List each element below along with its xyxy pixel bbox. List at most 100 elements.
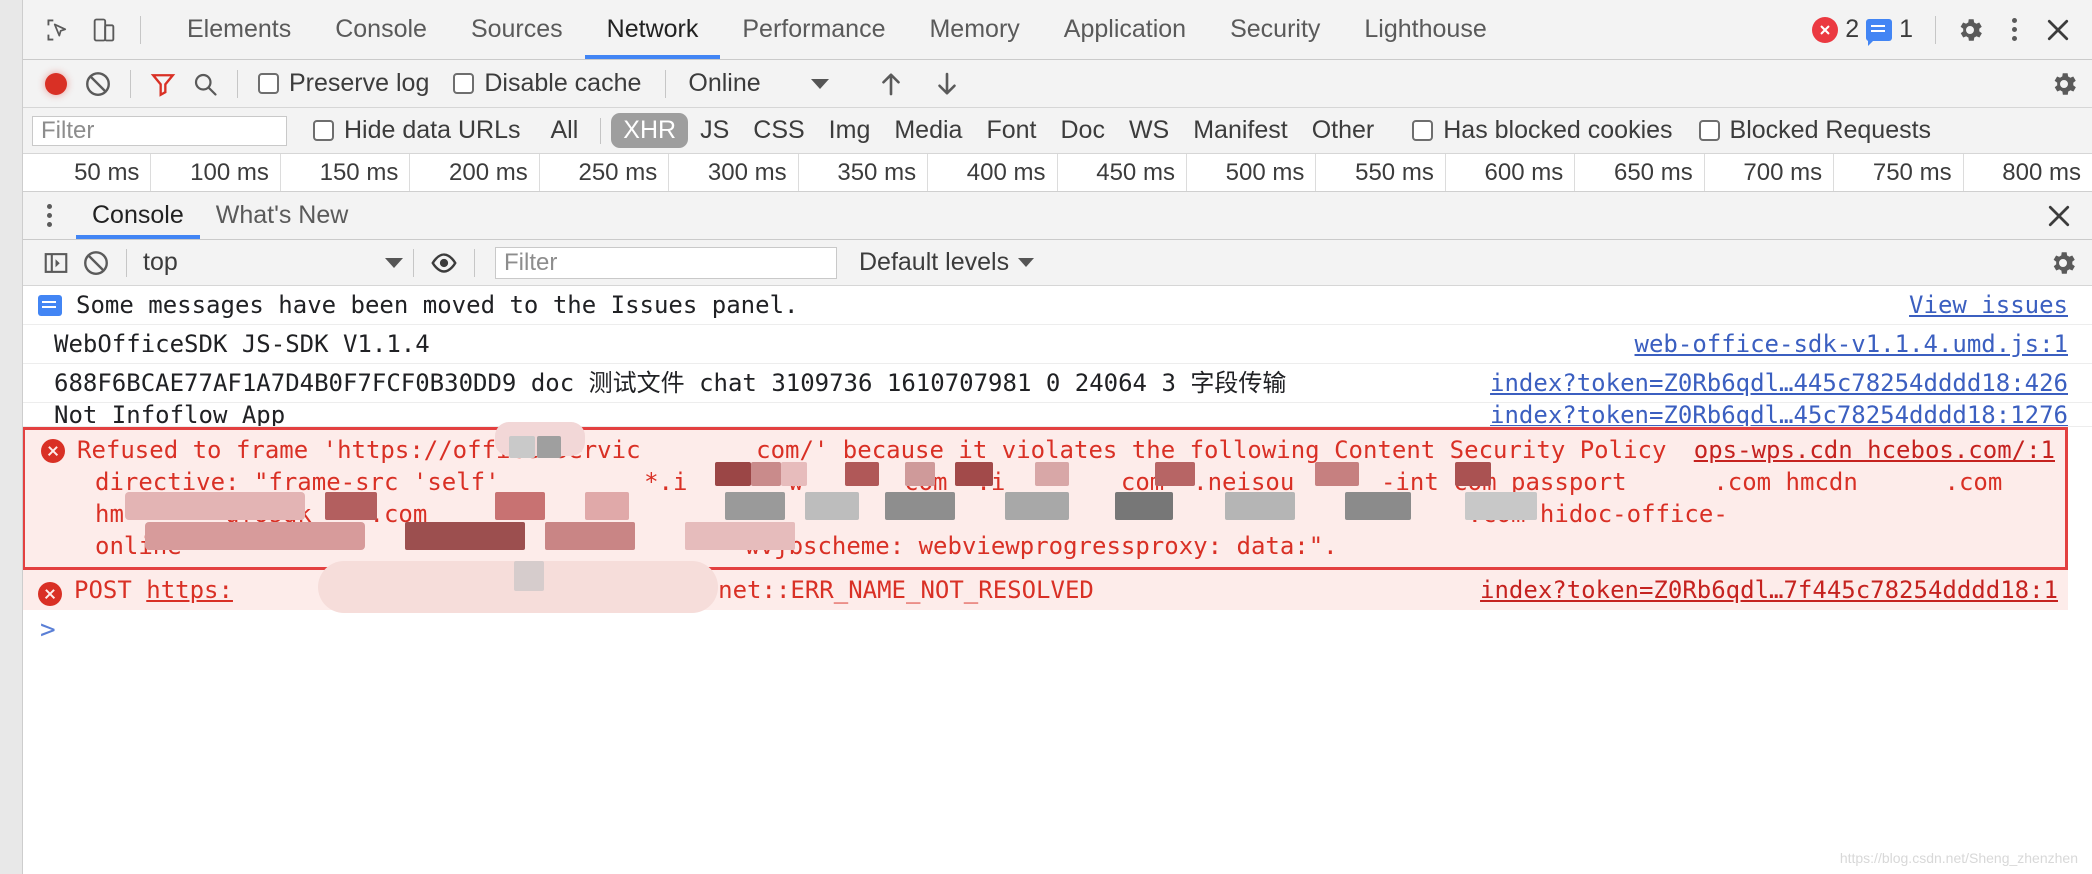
close-icon[interactable] <box>2038 10 2078 50</box>
has-blocked-cookies-checkbox[interactable]: Has blocked cookies <box>1412 116 1673 145</box>
csp-error-text-2: directive: "frame-src 'self' *.i w com *… <box>95 468 2003 496</box>
drawer-tab-console-label: Console <box>92 201 184 229</box>
csp-error-source-link[interactable]: ops-wps.cdn hcebos.com/:1 <box>1676 434 2065 466</box>
csp-error-line-4: online wvjbscheme: webviewprogressproxy:… <box>25 530 2065 567</box>
ruler-tick: 750 ms <box>1834 154 1964 191</box>
tabbar-right-controls: 2 1 <box>1812 10 2092 50</box>
live-expression-eye-icon[interactable] <box>424 243 464 283</box>
tab-network[interactable]: Network <box>584 0 721 59</box>
type-filter-ws[interactable]: WS <box>1117 113 1181 148</box>
console-sidebar-icon[interactable] <box>36 243 76 283</box>
search-icon[interactable] <box>185 64 225 104</box>
console-row-post-error[interactable]: POST https: report?app=hi net::ERR_NAME_… <box>22 561 2068 613</box>
throttling-select[interactable]: Online <box>688 69 760 98</box>
disable-cache-checkbox[interactable]: Disable cache <box>453 69 641 98</box>
error-count: 2 <box>1845 15 1860 43</box>
type-filter-doc[interactable]: Doc <box>1048 113 1116 148</box>
drawer-tab-console[interactable]: Console <box>76 192 200 239</box>
tab-network-label: Network <box>606 15 699 43</box>
drawer-tab-whats-new[interactable]: What's New <box>200 192 365 239</box>
issue-counters[interactable]: 2 1 <box>1812 15 1913 46</box>
log-levels-select[interactable]: Default levels <box>859 248 1035 277</box>
tab-elements[interactable]: Elements <box>165 0 313 59</box>
console-row-log[interactable]: WebOfficeSDK JS-SDK V1.1.4 web-office-sd… <box>22 325 2092 364</box>
more-options-icon[interactable] <box>1994 10 2034 50</box>
type-filter-media[interactable]: Media <box>882 113 974 148</box>
tab-console[interactable]: Console <box>313 0 449 59</box>
console-message-list: Some messages have been moved to the Iss… <box>0 286 2092 874</box>
network-toolbar-divider-3 <box>665 69 667 98</box>
network-settings-gear-icon[interactable] <box>2044 64 2084 104</box>
clear-console-icon[interactable] <box>76 243 116 283</box>
console-row-log[interactable]: Not Infoflow App index?token=Z0Rb6qdl…45… <box>22 403 2092 427</box>
drawer-more-tools-icon[interactable] <box>32 204 66 227</box>
network-filter-input[interactable]: Filter <box>32 115 287 146</box>
blocked-requests-checkbox[interactable]: Blocked Requests <box>1698 116 1931 145</box>
type-filter-other[interactable]: Other <box>1300 113 1387 148</box>
ruler-tick: 250 ms <box>540 154 670 191</box>
console-filter-input[interactable]: Filter <box>495 246 837 279</box>
console-prompt[interactable]: > <box>22 610 2092 650</box>
device-toolbar-icon[interactable] <box>84 10 124 50</box>
csp-error-line-3: hm ufosdk .com .com hidoc-office- <box>25 498 2065 530</box>
console-settings-gear-icon[interactable] <box>2048 248 2092 278</box>
left-gutter <box>0 0 23 874</box>
clear-network-button[interactable] <box>78 64 118 104</box>
filter-toggle-icon[interactable] <box>143 64 183 104</box>
inspect-element-icon[interactable] <box>38 10 78 50</box>
type-filter-js[interactable]: JS <box>688 113 741 148</box>
tab-application[interactable]: Application <box>1042 0 1208 59</box>
throttling-chevron-down-icon[interactable] <box>810 78 829 89</box>
drawer-close-icon[interactable] <box>2044 201 2092 231</box>
console-row-log[interactable]: 688F6BCAE77AF1A7D4B0F7FCF0B30DD9 doc 测试文… <box>22 364 2092 403</box>
console-error-group-csp[interactable]: Refused to frame 'https://office-servic … <box>22 422 2068 570</box>
execution-context-selector[interactable]: top <box>143 248 403 277</box>
tabbar-divider <box>140 15 141 44</box>
gear-icon[interactable] <box>1950 10 1990 50</box>
throttling-value: Online <box>688 69 761 97</box>
disable-cache-box <box>453 73 475 94</box>
hide-data-urls-checkbox[interactable]: Hide data URLs <box>313 116 520 145</box>
context-chevron-down-icon <box>385 257 403 268</box>
tab-performance[interactable]: Performance <box>720 0 907 59</box>
tabbar-tool-icons <box>22 10 165 50</box>
preserve-log-checkbox[interactable]: Preserve log <box>258 69 429 98</box>
type-filter-css[interactable]: CSS <box>741 113 816 148</box>
import-har-icon[interactable] <box>871 64 911 104</box>
type-filter-img[interactable]: Img <box>817 113 883 148</box>
csp-error-line-2: directive: "frame-src 'self' *.i w com *… <box>25 466 2065 498</box>
type-filter-xhr[interactable]: XHR <box>611 113 689 148</box>
type-filter-font[interactable]: Font <box>974 113 1048 148</box>
ruler-tick: 150 ms <box>281 154 411 191</box>
ruler-tick: 700 ms <box>1705 154 1835 191</box>
message-icon <box>1866 18 1893 46</box>
error-icon <box>38 582 62 606</box>
drawer-tabbar: Console What's New <box>0 192 2092 240</box>
log-source-link[interactable]: web-office-sdk-v1.1.4.umd.js:1 <box>1615 325 2092 363</box>
tab-security[interactable]: Security <box>1208 0 1342 59</box>
message-count: 1 <box>1899 15 1913 43</box>
type-filter-manifest[interactable]: Manifest <box>1181 113 1299 148</box>
log-source-link[interactable]: index?token=Z0Rb6qdl…45c78254dddd18:1276 <box>1470 403 2092 426</box>
export-har-icon[interactable] <box>927 64 967 104</box>
ruler-tick: 200 ms <box>410 154 540 191</box>
hide-data-urls-label: Hide data URLs <box>344 116 521 144</box>
view-issues-link[interactable]: View issues <box>1909 286 2092 324</box>
has-blocked-cookies-label: Has blocked cookies <box>1443 116 1673 144</box>
ruler-ticks: 50 ms 100 ms 150 ms 200 ms 250 ms 300 ms… <box>22 154 2092 191</box>
tab-lighthouse[interactable]: Lighthouse <box>1342 0 1508 59</box>
tab-console-label: Console <box>335 15 427 43</box>
preserve-log-box <box>258 73 279 94</box>
issues-notice-text: Some messages have been moved to the Iss… <box>38 286 1909 324</box>
log-source-link[interactable]: index?token=Z0Rb6qdl…445c78254dddd18:426 <box>1470 364 2092 402</box>
levels-chevron-down-icon <box>1018 258 1035 267</box>
record-button[interactable] <box>36 64 76 104</box>
record-icon <box>45 72 67 95</box>
devtools-tabs: Elements Console Sources Network Perform… <box>165 0 1509 59</box>
tab-memory[interactable]: Memory <box>907 0 1041 59</box>
tab-sources[interactable]: Sources <box>449 0 585 59</box>
console-row-issues-notice[interactable]: Some messages have been moved to the Iss… <box>22 286 2092 325</box>
network-timeline-ruler[interactable]: 50 ms 100 ms 150 ms 200 ms 250 ms 300 ms… <box>0 154 2092 192</box>
post-error-source-link[interactable]: index?token=Z0Rb6qdl…7f445c78254dddd18:1 <box>1462 571 2068 609</box>
type-filter-all[interactable]: All <box>538 113 590 148</box>
